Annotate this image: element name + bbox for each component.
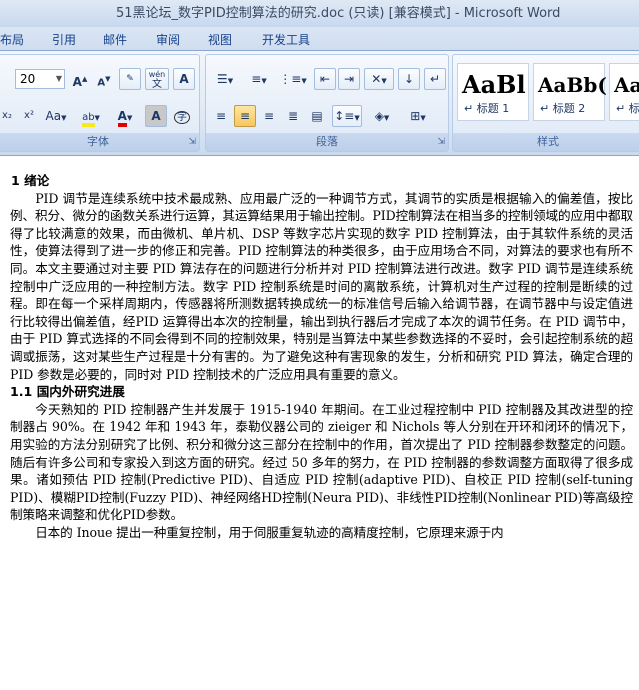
paragraph-intro: PID 调节是连续系统中技术最成熟、应用最广泛的一种调节方式，其调节的实质是根据… (10, 190, 633, 382)
show-marks-button[interactable]: ↵ (424, 68, 446, 90)
superscript-icon: x² (24, 110, 34, 121)
phonetic-guide-button[interactable]: wén 文 (145, 68, 169, 90)
window-title: 51黑论坛_数字PID控制算法的研究.doc (只读) [兼容模式] - Mic… (0, 0, 639, 27)
font-group-label: 字体 (0, 133, 199, 151)
subscript-button[interactable]: x₂ (0, 105, 15, 127)
align-left-icon: ≡ (215, 109, 227, 123)
justify-button[interactable]: ≣ (282, 105, 304, 127)
tab-view[interactable]: 视图 (208, 31, 232, 48)
highlight-button[interactable]: ab▼ (75, 105, 107, 127)
increase-indent-button[interactable]: ⇥ (338, 68, 360, 90)
sort-button[interactable]: ↓ (398, 68, 420, 90)
numbered-list-icon: ≡ (251, 72, 262, 86)
ribbon: 20 ▼ A▲ A▼ ✎ wén 文 A x₂ x² Aa▼ ab▼ A▼ A 字… (0, 51, 639, 156)
character-shading-icon: A (151, 109, 161, 123)
styles-group: AaBl ↵ 标题 1 AaBb( ↵ 标题 2 AaI ↵ 标 样式 (452, 54, 639, 152)
style-preview-text: AaI (614, 73, 639, 97)
shrink-font-icon: A (97, 77, 106, 89)
line-spacing-icon: ↕≡ (334, 109, 355, 123)
character-border-icon: A (179, 72, 189, 86)
align-center-icon: ≡ (239, 109, 251, 123)
font-color-button[interactable]: A▼ (109, 105, 141, 127)
style-heading-1[interactable]: AaBl ↵ 标题 1 (457, 63, 529, 121)
paragraph-research: 今天熟知的 PID 控制器产生并发展于 1915-1940 年期间。在工业过程控… (10, 401, 633, 523)
grow-font-icon: A (72, 75, 82, 89)
align-center-button[interactable]: ≡ (234, 105, 256, 127)
grow-font-button[interactable]: A▲ (69, 68, 91, 90)
style-preview-text: AaBb( (538, 73, 607, 97)
paragraph-inoue: 日本的 Inoue 提出一种重复控制，用于伺服重复轨迹的高精度控制，它原理来源于… (35, 524, 504, 540)
font-size-value: 20 (20, 72, 36, 86)
font-group: 20 ▼ A▲ A▼ ✎ wén 文 A x₂ x² Aa▼ ab▼ A▼ A 字… (0, 54, 200, 152)
heading-1: 1 绪论 (11, 173, 50, 188)
align-right-icon: ≡ (263, 109, 275, 123)
sort-icon: ↓ (403, 72, 415, 86)
shading-button[interactable]: ◈▼ (366, 105, 398, 127)
paragraph-group: ☰▼ ≡▼ ⋮≡▼ ⇤ ⇥ ✕▼ ↓ ↵ ≡ ≡ ≡ ≣ ▤ ↕≡▼ ◈▼ ⊞▼… (205, 54, 449, 152)
ruler-gap (0, 156, 639, 172)
decrease-indent-icon: ⇤ (319, 72, 331, 86)
subscript-icon: x₂ (2, 110, 12, 121)
style-name: ↵ 标题 1 (464, 102, 510, 115)
border-icon: ⊞ (410, 109, 421, 123)
style-name: ↵ 标 (616, 102, 639, 115)
superscript-button[interactable]: x² (19, 105, 39, 127)
line-spacing-button[interactable]: ↕≡▼ (332, 105, 362, 127)
paint-bucket-icon: ◈ (374, 109, 384, 123)
tab-references[interactable]: 引用 (52, 31, 76, 48)
borders-button[interactable]: ⊞▼ (402, 105, 434, 127)
bullets-button[interactable]: ☰▼ (210, 68, 240, 90)
paragraph-dialog-launcher-icon[interactable]: ⇲ (437, 137, 445, 147)
style-heading-2[interactable]: AaBb( ↵ 标题 2 (533, 63, 607, 121)
change-case-icon: Aa (45, 109, 62, 123)
chevron-down-icon: ▼ (55, 74, 62, 83)
tab-layout[interactable]: 布局 (0, 31, 24, 48)
change-case-button[interactable]: Aa▼ (43, 105, 69, 127)
paragraph-group-label: 段落 (206, 133, 448, 151)
distributed-icon: ▤ (311, 109, 323, 123)
multilevel-list-button[interactable]: ⋮≡▼ (278, 68, 308, 90)
font-dialog-launcher-icon[interactable]: ⇲ (188, 137, 196, 147)
clear-format-button[interactable]: ✎ (119, 68, 141, 90)
highlighter-icon: ab (82, 112, 95, 127)
tab-mailings[interactable]: 邮件 (103, 31, 127, 48)
ribbon-tabs: 布局 引用 邮件 审阅 视图 开发工具 (0, 27, 639, 51)
style-title[interactable]: AaI ↵ 标 (609, 63, 639, 121)
justify-icon: ≣ (287, 109, 299, 123)
decrease-indent-button[interactable]: ⇤ (314, 68, 336, 90)
align-right-button[interactable]: ≡ (258, 105, 280, 127)
multilevel-list-icon: ⋮≡ (279, 72, 302, 86)
shrink-font-button[interactable]: A▼ (93, 68, 115, 90)
font-color-icon: A (117, 109, 127, 127)
phonetic-guide-icon: wén (148, 70, 166, 79)
align-left-button[interactable]: ≡ (210, 105, 232, 127)
styles-group-label: 样式 (453, 133, 639, 151)
increase-indent-icon: ⇥ (343, 72, 355, 86)
tab-review[interactable]: 审阅 (156, 31, 180, 48)
pilcrow-icon: ↵ (429, 72, 441, 86)
enclose-characters-icon: 字 (174, 111, 190, 124)
document-page[interactable]: 1 绪论 PID 调节是连续系统中技术最成熟、应用最广泛的一种调节方式，其调节的… (0, 172, 639, 690)
style-preview-text: AaBl (462, 70, 526, 99)
chinese-layout-button[interactable]: ✕▼ (364, 68, 394, 90)
heading-1-1: 1.1 国内外研究进展 (10, 384, 125, 400)
enclose-characters-button[interactable]: 字 (171, 105, 193, 127)
character-shading-button[interactable]: A (145, 105, 167, 127)
numbering-button[interactable]: ≡▼ (244, 68, 274, 90)
tab-developer[interactable]: 开发工具 (262, 31, 310, 48)
style-name: ↵ 标题 2 (540, 102, 586, 115)
chinese-layout-icon: ✕ (371, 72, 382, 86)
font-size-combo[interactable]: 20 ▼ (15, 69, 65, 89)
distributed-button[interactable]: ▤ (306, 105, 328, 127)
eraser-icon: ✎ (126, 74, 134, 84)
character-border-button[interactable]: A (173, 68, 195, 90)
bullet-list-icon: ☰ (216, 72, 228, 86)
